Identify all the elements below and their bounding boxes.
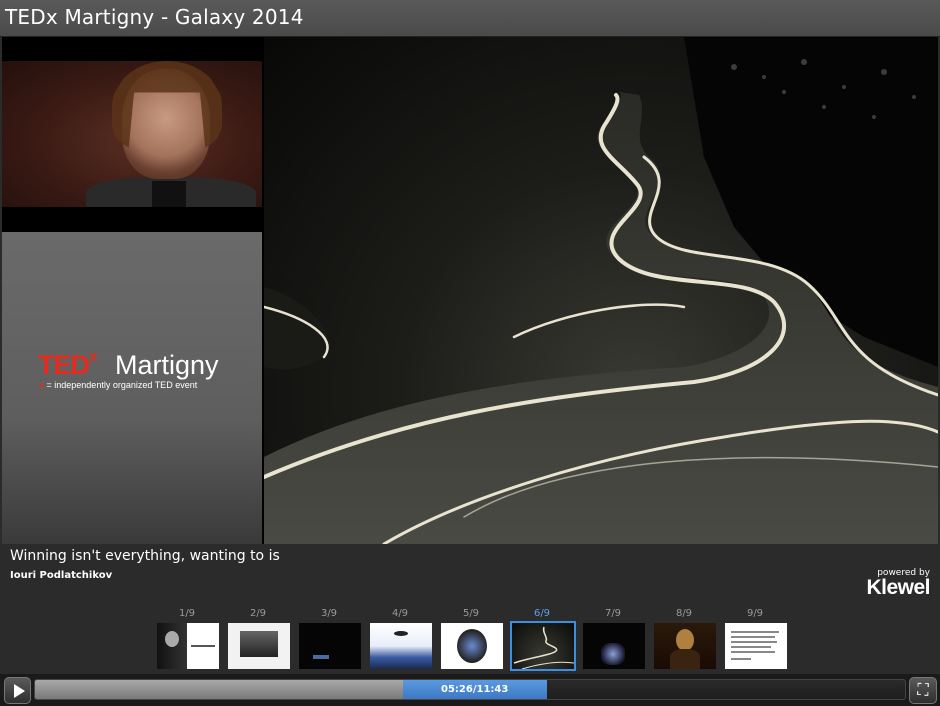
thumbnail-image [583, 623, 645, 669]
presentation-stage: TEDx Martigny x = independently organize… [2, 37, 938, 544]
powered-by-badge[interactable]: powered by Klewel [866, 568, 930, 600]
title-bar: TEDx Martigny - Galaxy 2014 [0, 0, 940, 37]
thumbnail-4[interactable]: 4/9 [368, 608, 432, 672]
thumbnail-6[interactable]: 6/9 [510, 608, 576, 672]
play-icon [14, 684, 25, 698]
ted-logo: TEDx [38, 348, 97, 380]
thumbnail-2[interactable]: 2/9 [226, 608, 290, 672]
road-thumbnail-icon [513, 626, 574, 669]
thumbnail-number: 2/9 [249, 608, 267, 619]
event-city: Martigny [115, 350, 219, 380]
klewel-logo: Klewel [866, 576, 930, 599]
current-slide[interactable] [264, 37, 938, 544]
seek-bar-played [35, 680, 403, 699]
thumbnail-5[interactable]: 5/9 [439, 608, 503, 672]
thumbnail-7[interactable]: 7/9 [581, 608, 645, 672]
thumbnail-number: 1/9 [178, 608, 196, 619]
thumbnail-image [441, 623, 503, 669]
thumbnail-image [654, 623, 716, 669]
speaker-shirt [152, 181, 186, 207]
thumbnail-image [370, 623, 432, 669]
thumbnail-number: 3/9 [320, 608, 338, 619]
thumbnail-image [510, 621, 576, 671]
thumbnail-number: 6/9 [533, 608, 551, 619]
slide-caption: Winning isn't everything, wanting to is [10, 548, 280, 564]
player-controls: 05:26/11:43 ⛶ [0, 674, 940, 706]
seek-bar[interactable]: 05:26/11:43 [34, 679, 906, 700]
thumbnail-number: 9/9 [746, 608, 764, 619]
speaker-video[interactable] [2, 61, 262, 207]
winding-road-image [264, 37, 938, 544]
thumbnail-number: 7/9 [604, 608, 622, 619]
fullscreen-icon: ⛶ [917, 680, 929, 699]
thumbnail-3[interactable]: 3/9 [297, 608, 361, 672]
thumbnail-image [228, 623, 290, 669]
thumbnail-number: 4/9 [391, 608, 409, 619]
thumbnail-image [299, 623, 361, 669]
seek-bar-time[interactable]: 05:26/11:43 [402, 680, 547, 699]
thumbnail-9[interactable]: 9/9 [723, 608, 787, 672]
thumbnail-image [157, 623, 219, 669]
speaker-name: Iouri Podlatchikov [10, 570, 113, 581]
event-tagline: x = independently organized TED event [39, 380, 198, 390]
thumbnail-image [725, 623, 787, 669]
fullscreen-button[interactable]: ⛶ [909, 677, 937, 704]
thumbnail-8[interactable]: 8/9 [652, 608, 716, 672]
window-title: TEDx Martigny - Galaxy 2014 [5, 5, 304, 29]
thumbnail-number: 8/9 [675, 608, 693, 619]
thumbnail-number: 5/9 [462, 608, 480, 619]
thumbnail-1[interactable]: 1/9 [155, 608, 219, 672]
tedx-logo-panel: TEDx Martigny x = independently organize… [2, 232, 262, 544]
play-button[interactable] [4, 677, 31, 704]
